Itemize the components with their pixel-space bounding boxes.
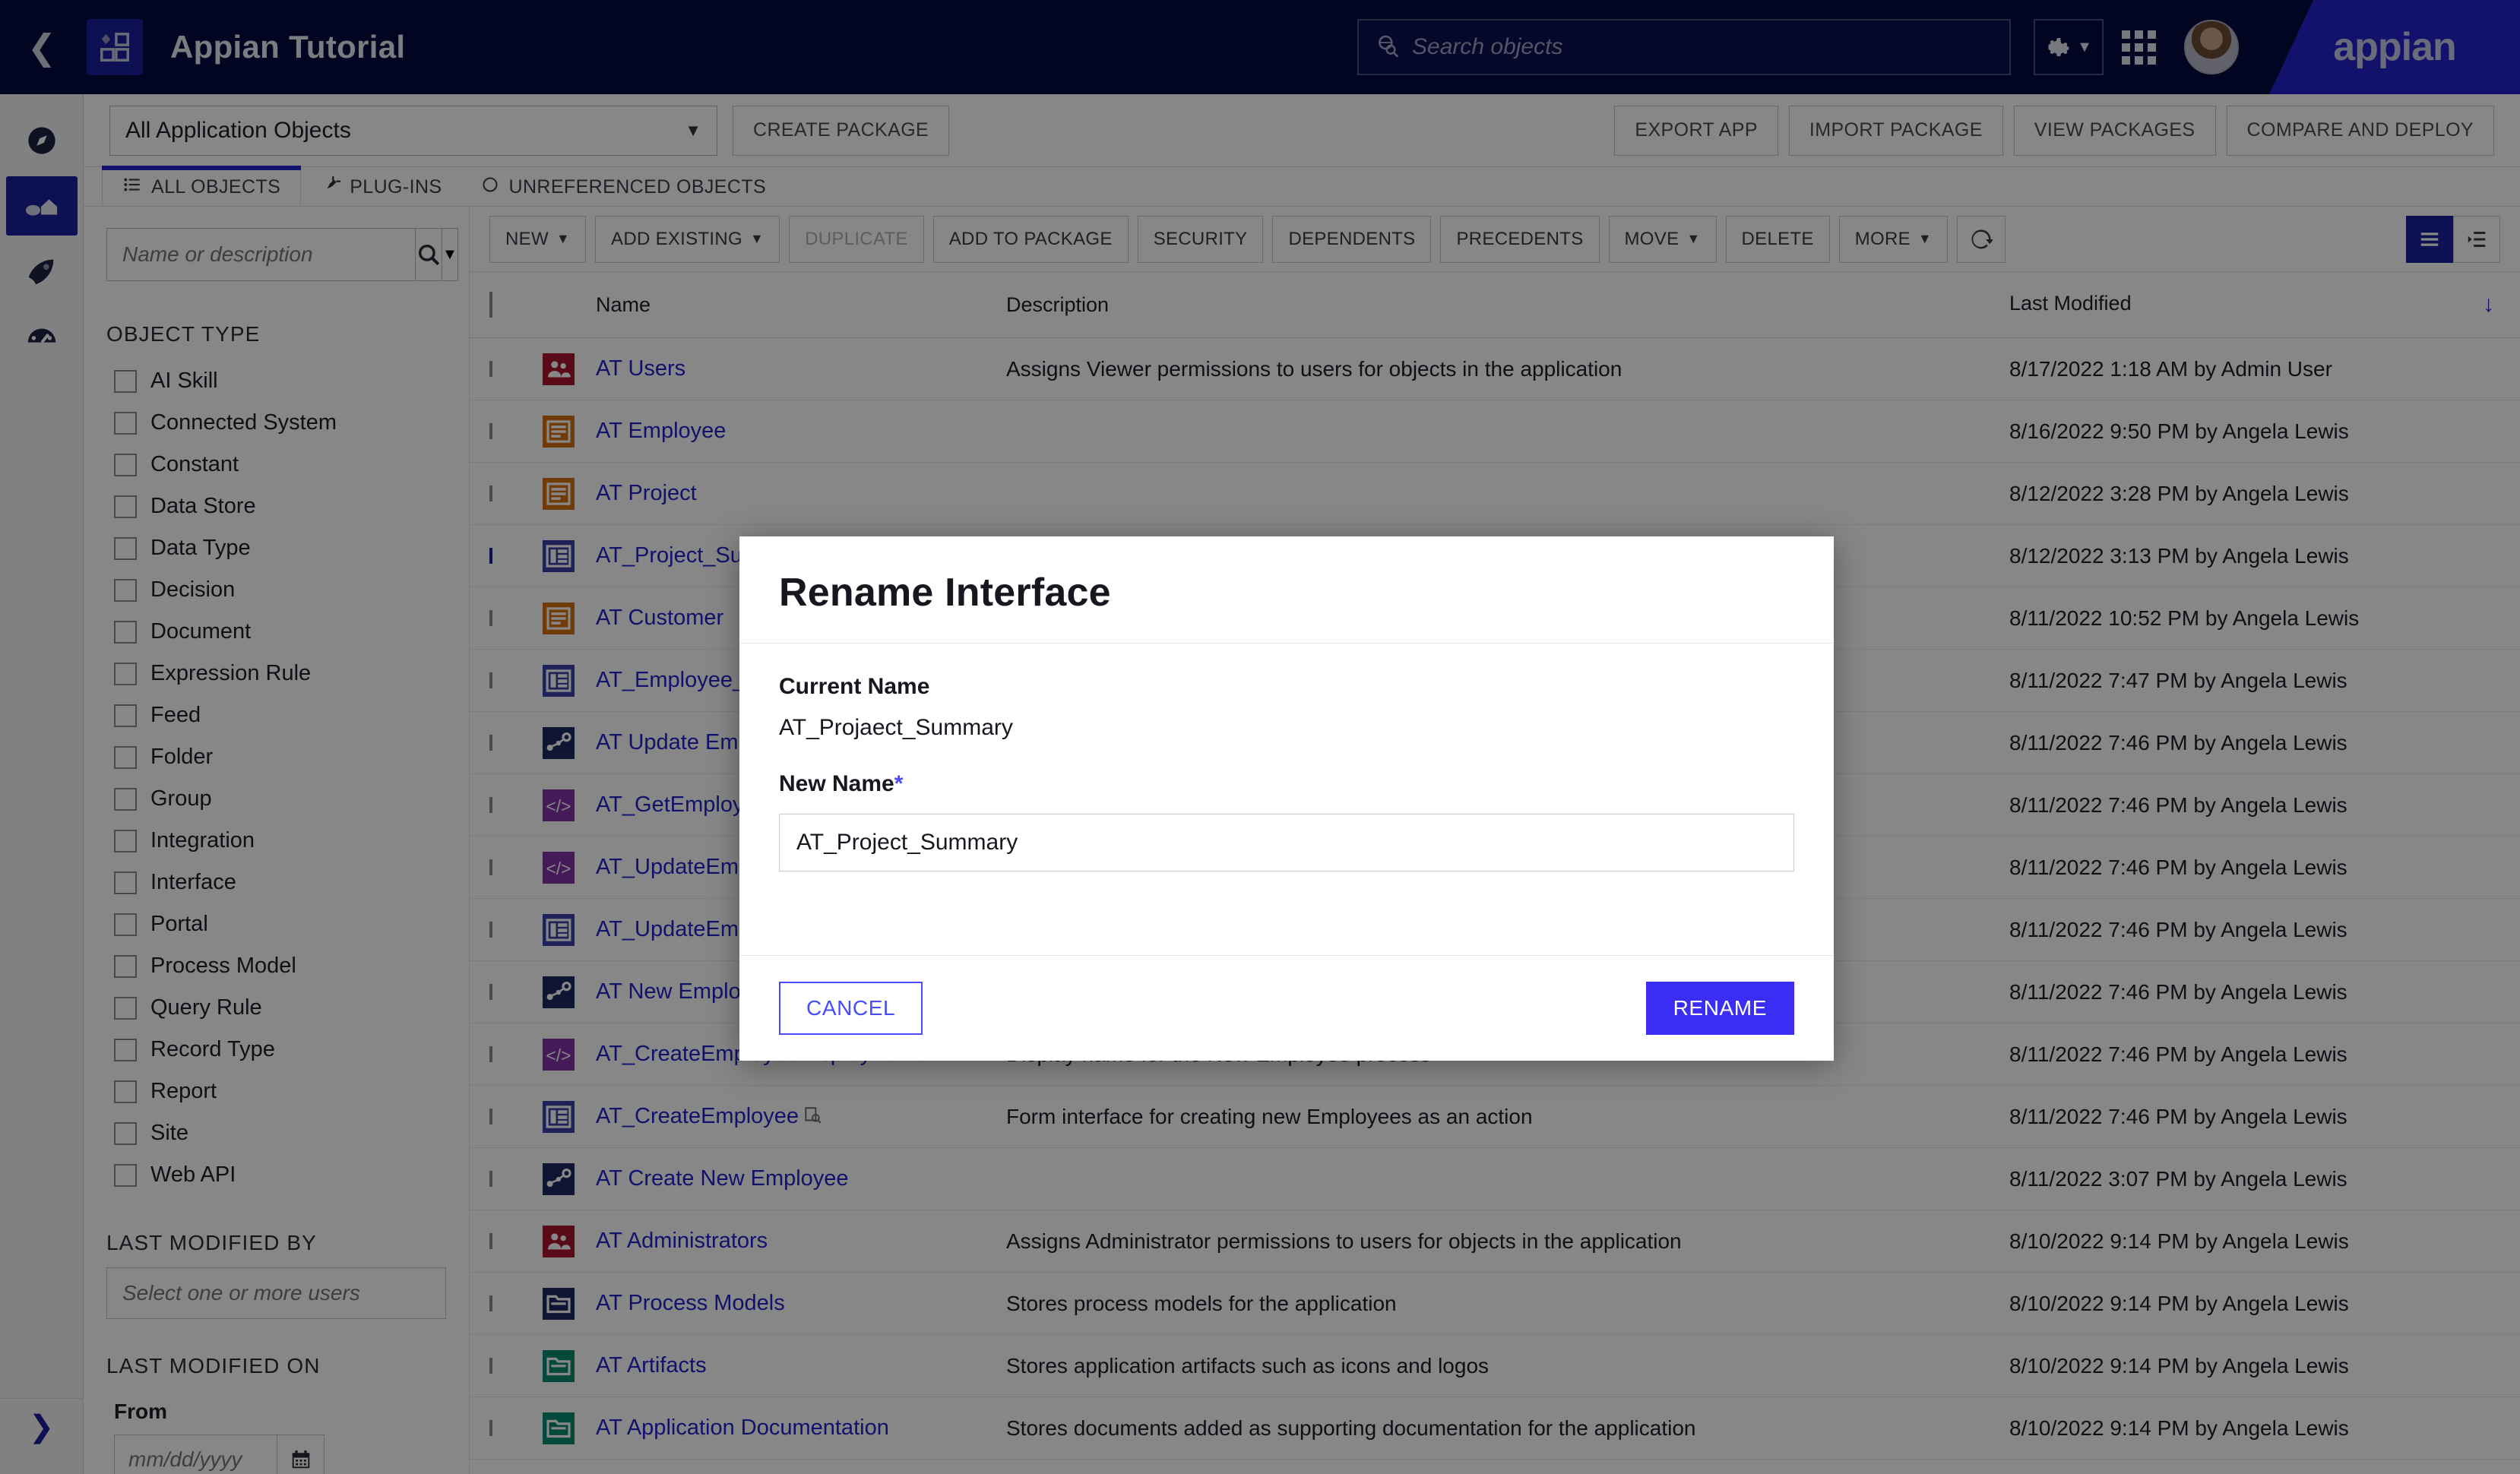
rename-interface-dialog: Rename Interface Current Name AT_Projaec… [739, 536, 1834, 1061]
appian-designer-app: ❮ Appian Tutorial Search objects ▼ appia… [0, 0, 2520, 1474]
new-name-label: New Name* [779, 771, 1794, 797]
cancel-button[interactable]: CANCEL [779, 982, 923, 1035]
dialog-header: Rename Interface [739, 536, 1834, 644]
dialog-title: Rename Interface [779, 571, 1111, 615]
dialog-footer: CANCEL RENAME [739, 955, 1834, 1061]
required-marker: * [894, 771, 904, 796]
current-name-label: Current Name [779, 674, 930, 699]
rename-button[interactable]: RENAME [1645, 982, 1794, 1035]
new-name-input[interactable] [779, 814, 1794, 871]
current-name-value: AT_Projaect_Summary [779, 715, 1013, 740]
dialog-body: Current Name AT_Projaect_Summary New Nam… [739, 644, 1834, 955]
new-name-label-text: New Name [779, 771, 894, 796]
